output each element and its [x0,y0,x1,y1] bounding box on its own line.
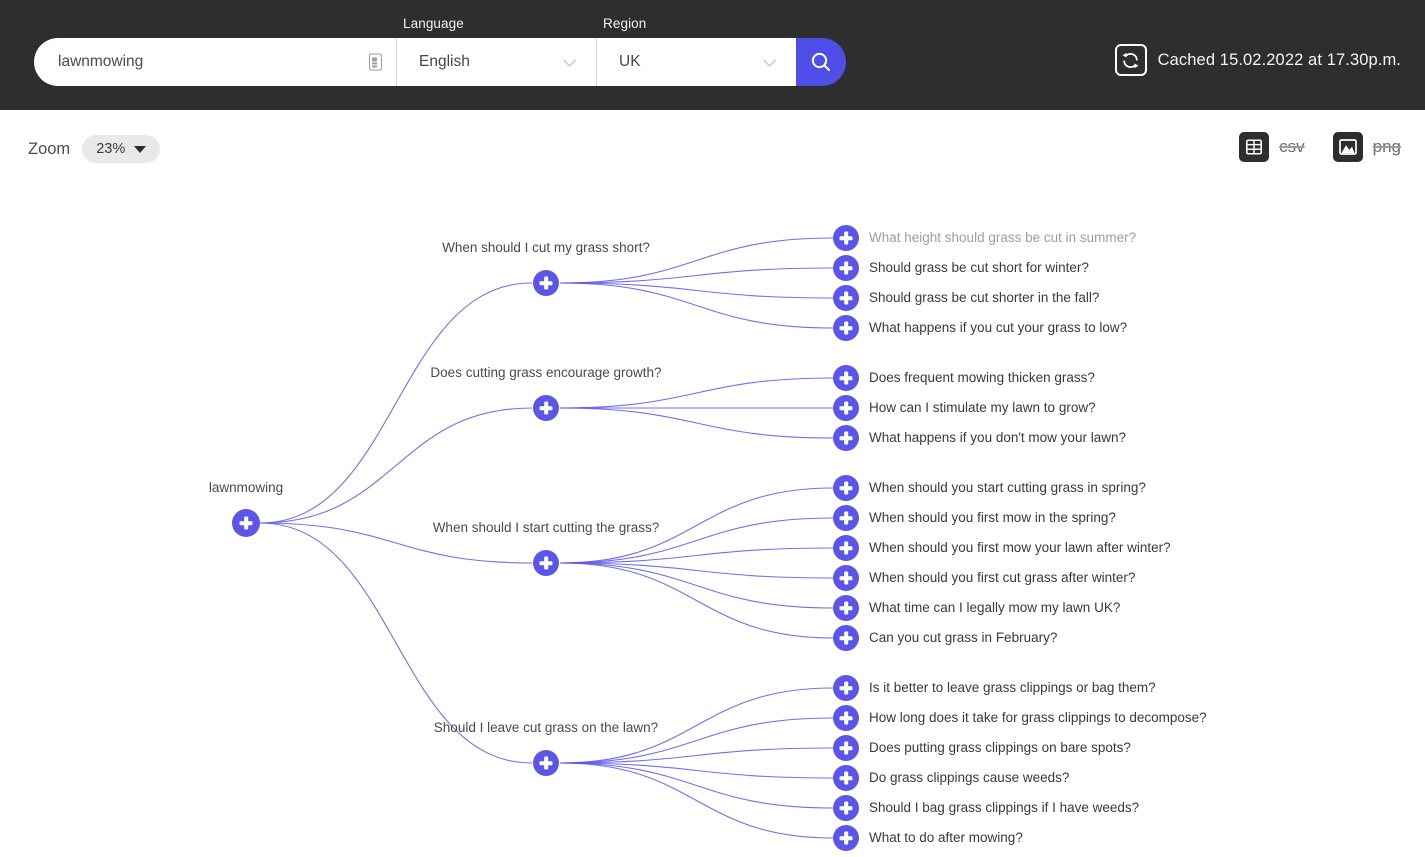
tree-edges [259,237,834,839]
tree-label-leaf-0-3[interactable]: What happens if you cut your grass to lo… [869,320,1127,335]
chevron-down-icon [563,53,576,67]
paste-icon[interactable] [369,53,382,71]
language-label: Language [403,16,464,31]
search-button[interactable] [796,38,846,86]
tree-node-leaf-2-3[interactable] [833,565,859,591]
region-value: UK [619,53,641,70]
zoom-control: Zoom 23% [28,135,161,163]
language-value: English [419,53,470,70]
tree-label-branch-1[interactable]: Does cutting grass encourage growth? [430,365,661,380]
tree-label-leaf-3-1[interactable]: How long does it take for grass clipping… [869,710,1207,725]
sync-icon-glyph [1122,52,1139,68]
tree-node-leaf-3-4[interactable] [833,795,859,821]
table-icon [1239,132,1270,162]
search-input-wrap[interactable] [34,38,396,86]
tree-label-leaf-2-5[interactable]: Can you cut grass in February? [869,630,1057,645]
tree-node-branch-3[interactable] [533,750,559,776]
sync-icon[interactable] [1114,44,1147,76]
tree-node-leaf-2-5[interactable] [833,625,859,651]
tree-label-leaf-2-4[interactable]: What time can I legally mow my lawn UK? [869,600,1120,615]
tree-label-leaf-2-3[interactable]: When should you first cut grass after wi… [869,570,1135,585]
tree-label-leaf-3-4[interactable]: Should I bag grass clippings if I have w… [869,800,1139,815]
tree-node-leaf-3-2[interactable] [833,735,859,761]
tree-node-branch-1[interactable] [533,395,559,421]
tree-label-leaf-0-0[interactable]: What height should grass be cut in summe… [869,230,1136,245]
tree-node-branch-0[interactable] [533,270,559,296]
tree-label-branch-3[interactable]: Should I leave cut grass on the lawn? [434,720,658,735]
tree-node-leaf-1-0[interactable] [833,365,859,391]
cached-status[interactable]: Cached 15.02.2022 at 17.30p.m. [1114,44,1401,76]
export-csv-label: csv [1279,137,1305,156]
chevron-down-icon [134,145,147,153]
region-select[interactable]: UK [596,38,796,86]
tree-node-leaf-2-4[interactable] [833,595,859,621]
tree-node-branch-2[interactable] [533,550,559,576]
tree-node-leaf-3-0[interactable] [833,675,859,701]
tree-label-leaf-2-1[interactable]: When should you first mow in the spring? [869,510,1116,525]
image-icon-glyph [1338,139,1357,155]
export-csv-button[interactable]: csv [1239,132,1305,162]
table-icon-glyph [1246,139,1263,155]
tree-label-leaf-1-0[interactable]: Does frequent mowing thicken grass? [869,370,1095,385]
tree-node-leaf-3-5[interactable] [833,825,859,851]
tree-label-leaf-2-2[interactable]: When should you first mow your lawn afte… [869,540,1171,555]
tree-node-leaf-3-1[interactable] [833,705,859,731]
tree-node-leaf-2-2[interactable] [833,535,859,561]
zoom-dropdown[interactable]: 23% [82,135,161,163]
tree-node-leaf-0-1[interactable] [833,255,859,281]
tree-node-leaf-0-0[interactable] [833,225,859,251]
zoom-value: 23% [96,141,126,157]
tree-label-leaf-1-2[interactable]: What happens if you don't mow your lawn? [869,430,1126,445]
tree-node-leaf-1-2[interactable] [833,425,859,451]
export-png-label: png [1372,137,1401,156]
field-label-row: Language Region [34,16,844,36]
tree-label-leaf-0-2[interactable]: Should grass be cut shorter in the fall? [869,290,1099,305]
cached-text: Cached 15.02.2022 at 17.30p.m. [1157,50,1401,69]
image-icon [1332,132,1363,162]
tree-label-leaf-3-2[interactable]: Does putting grass clippings on bare spo… [869,740,1131,755]
tree-node-leaf-2-1[interactable] [833,505,859,531]
region-label: Region [603,16,647,31]
tree-node-leaf-1-1[interactable] [833,395,859,421]
tree-label-leaf-2-0[interactable]: When should you start cutting grass in s… [869,480,1146,495]
tree-label-leaf-3-0[interactable]: Is it better to leave grass clippings or… [869,680,1156,695]
language-select[interactable]: English [396,38,596,86]
app-header: Language Region English UK [0,0,1425,110]
tree-node-leaf-2-0[interactable] [833,475,859,501]
export-png-button[interactable]: png [1332,132,1401,162]
chevron-down-icon [763,53,776,67]
tree-node-leaf-0-2[interactable] [833,285,859,311]
mindmap-canvas[interactable]: lawnmowing When should I cut my grass sho… [0,182,1425,857]
tree-label-root[interactable]: lawnmowing [209,480,283,495]
tree-label-leaf-3-3[interactable]: Do grass clippings cause weeds? [869,770,1069,785]
tree-label-leaf-3-5[interactable]: What to do after mowing? [869,830,1023,845]
search-icon [811,52,830,71]
tree-node-leaf-0-3[interactable] [833,315,859,341]
tree-node-root[interactable] [232,509,260,537]
canvas-toolbar: Zoom 23% csv png [0,110,1425,182]
export-controls: csv png [1239,132,1401,162]
search-cluster: English UK [34,38,846,86]
zoom-label: Zoom [28,139,71,158]
tree-label-branch-0[interactable]: When should I cut my grass short? [442,240,650,255]
tree-node-leaf-3-3[interactable] [833,765,859,791]
tree-label-leaf-0-1[interactable]: Should grass be cut short for winter? [869,260,1089,275]
tree-label-branch-2[interactable]: When should I start cutting the grass? [433,520,660,535]
tree-label-leaf-1-1[interactable]: How can I stimulate my lawn to grow? [869,400,1096,415]
search-input[interactable] [34,38,396,86]
